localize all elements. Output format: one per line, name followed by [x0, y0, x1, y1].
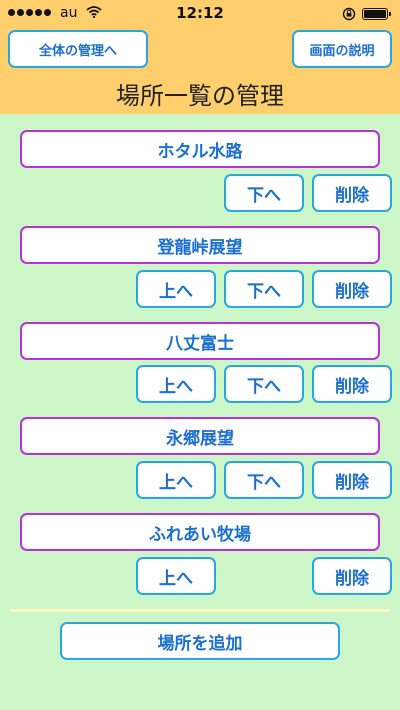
move-up-button[interactable]: 上へ — [136, 365, 216, 403]
move-up-button[interactable]: 上へ — [136, 461, 216, 499]
place-item[interactable]: ふれあい牧場 — [20, 513, 380, 551]
move-down-button[interactable]: 下へ — [224, 365, 304, 403]
move-up-button[interactable]: 上へ — [136, 270, 216, 308]
manage-all-button[interactable]: 全体の管理へ — [8, 30, 148, 68]
add-place-button[interactable]: 場所を追加 — [60, 622, 340, 660]
clock: 12:12 — [176, 4, 224, 22]
delete-button[interactable]: 削除 — [312, 557, 392, 595]
place-item[interactable]: 登龍峠展望 — [20, 226, 380, 264]
screen-help-button[interactable]: 画面の説明 — [292, 30, 392, 68]
header: au 12:12 全体の管理へ 画面の説明 場所一覧の管理 — [0, 0, 400, 114]
delete-button[interactable]: 削除 — [312, 461, 392, 499]
page-title: 場所一覧の管理 — [116, 82, 284, 110]
delete-button[interactable]: 削除 — [312, 365, 392, 403]
delete-button[interactable]: 削除 — [312, 174, 392, 212]
move-down-button[interactable]: 下へ — [224, 174, 304, 212]
delete-button[interactable]: 削除 — [312, 270, 392, 308]
rotation-lock-icon — [342, 7, 356, 21]
battery-level — [364, 10, 386, 18]
place-item[interactable]: 八丈富士 — [20, 322, 380, 360]
place-item[interactable]: 永郷展望 — [20, 417, 380, 455]
move-up-button[interactable]: 上へ — [136, 557, 216, 595]
battery-icon — [362, 8, 391, 20]
place-item[interactable]: ホタル水路 — [20, 130, 380, 168]
divider — [10, 609, 390, 612]
status-bar: au 12:12 — [0, 0, 400, 28]
move-down-button[interactable]: 下へ — [224, 270, 304, 308]
move-down-button[interactable]: 下へ — [224, 461, 304, 499]
